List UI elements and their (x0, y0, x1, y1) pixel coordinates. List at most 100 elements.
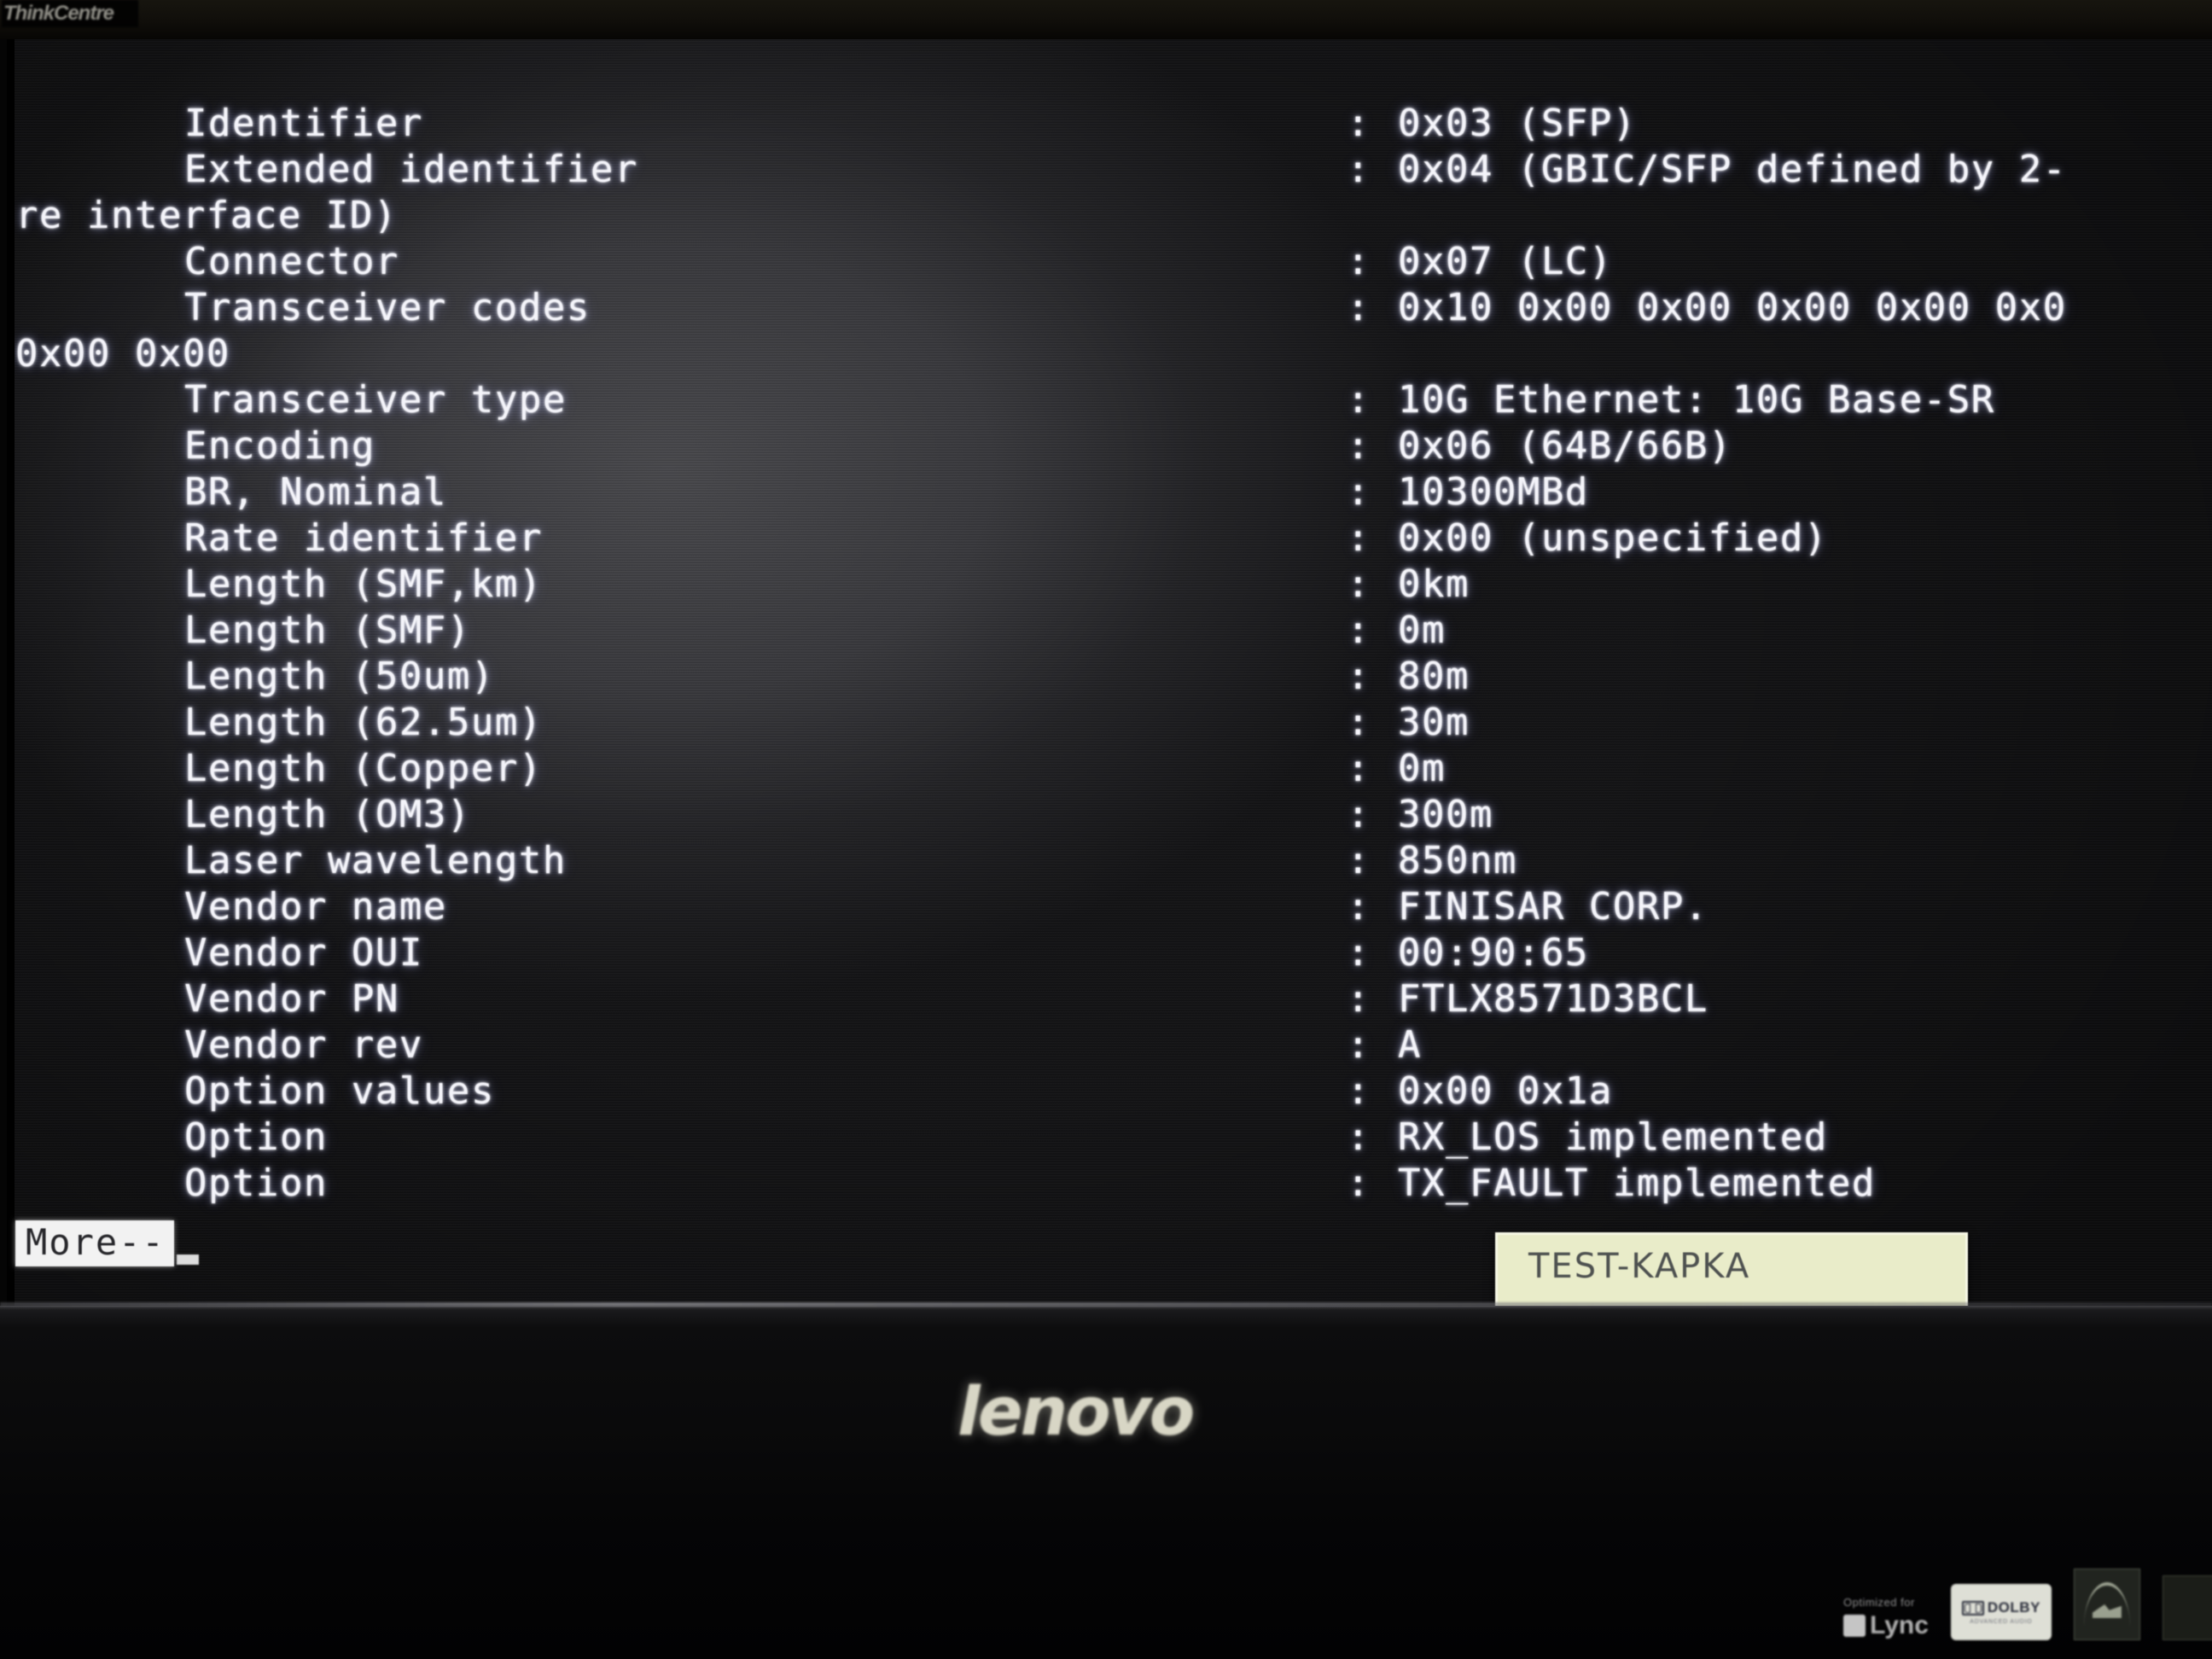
terminal-wrapped-text: re interface ID) (15, 194, 398, 237)
terminal-field-value: 10300MBd (1398, 470, 1589, 514)
terminal-field-separator: : (1347, 516, 1371, 560)
terminal-field-label: Transceiver type (184, 378, 567, 422)
terminal-field-label: Transceiver codes (184, 286, 591, 329)
terminal-field-value: 0m (1398, 608, 1446, 652)
terminal-field-separator: : (1347, 655, 1371, 698)
terminal-field-separator: : (1347, 240, 1371, 283)
optimized-for-lync-badge: Optimized for Lync (1843, 1596, 1929, 1640)
terminal-field-label: BR, Nominal (184, 470, 447, 514)
terminal-row: Length (SMF):0m (7, 608, 2212, 654)
monitor-top-bezel: ThinkCentre (0, 0, 2212, 39)
terminal-field-label: Option values (184, 1069, 495, 1113)
terminal-field-label: Vendor name (184, 885, 447, 928)
terminal-field-separator: : (1347, 1023, 1371, 1067)
thinkcentre-brand-badge: ThinkCentre (2, 0, 138, 27)
terminal-field-value: 80m (1398, 655, 1470, 698)
monitor-photograph: ThinkCentre Identifier:0x03 (SFP) Extende… (0, 0, 2212, 1659)
terminal-field-value: 0x06 (64B/66B) (1398, 424, 1732, 468)
terminal-field-value: 300m (1398, 793, 1493, 836)
terminal-field-separator: : (1347, 378, 1371, 422)
text-cursor (176, 1254, 199, 1265)
terminal-field-separator: : (1347, 424, 1371, 468)
terminal-row: Option: RX_LOS implemented (7, 1115, 2212, 1161)
terminal-row: Length (62.5um):30m (7, 700, 2212, 746)
energy-star-icon (2083, 1582, 2130, 1627)
terminal-row: Extended identifier:0x04 (GBIC/SFP defin… (7, 147, 2212, 193)
terminal-field-separator: : (1347, 148, 1371, 191)
terminal-field-label: Option (184, 1161, 328, 1205)
terminal-row: Transceiver codes:0x10 0x00 0x00 0x00 0x… (7, 285, 2212, 331)
terminal-field-separator: : (1347, 102, 1371, 145)
terminal-field-separator: : (1347, 793, 1371, 836)
terminal-field-separator: : (1347, 701, 1371, 744)
terminal-field-value: 0x10 0x00 0x00 0x00 0x00 0x0 (1398, 286, 2067, 329)
lync-badge-label: Lync (1870, 1611, 1929, 1639)
terminal-field-label: Length (Copper) (184, 747, 543, 790)
partial-certification-badge (2162, 1575, 2212, 1640)
terminal-row: Encoding:0x06 (64B/66B) (7, 423, 2212, 469)
terminal-field-value: FTLX8571D3BCL (1398, 977, 1708, 1021)
osd-input-label-tooltip: TEST-KAPKA (1495, 1232, 1968, 1306)
terminal-field-label: Laser wavelength (184, 839, 567, 882)
terminal-row: Length (Copper):0m (7, 746, 2212, 792)
terminal-row: re interface ID) (7, 193, 2212, 239)
terminal-field-label: Rate identifier (184, 516, 543, 560)
terminal-row: Vendor PN: FTLX8571D3BCL (7, 976, 2212, 1022)
terminal-row: Rate identifier:0x00 (unspecified) (7, 515, 2212, 562)
terminal-field-value: TX_FAULT implemented (1398, 1161, 1876, 1205)
terminal-field-label: Option (184, 1115, 328, 1159)
terminal-row: Vendor OUI:00:90:65 (7, 930, 2212, 976)
terminal-field-value: RX_LOS implemented (1398, 1115, 1828, 1159)
terminal-field-value: 0x04 (GBIC/SFP defined by 2- (1398, 148, 2067, 191)
osd-tooltip-text: TEST-KAPKA (1528, 1247, 1751, 1286)
terminal-field-label: Length (OM3) (184, 793, 471, 836)
terminal-field-value: A (1398, 1023, 1422, 1067)
bezel-highlight-line (0, 1302, 2212, 1307)
terminal-field-value: 0x07 (LC) (1398, 240, 1613, 283)
terminal-field-value: FINISAR CORP. (1398, 885, 1708, 928)
terminal-field-value: 0x03 (SFP) (1398, 102, 1637, 145)
terminal-field-separator: : (1347, 1161, 1371, 1205)
lync-badge-caption: Optimized for (1843, 1596, 1915, 1609)
terminal-row: Option values:0x00 0x1a (7, 1068, 2212, 1115)
terminal-field-value: 10G Ethernet: 10G Base-SR (1398, 378, 1995, 422)
terminal-field-value: 850nm (1398, 839, 1517, 882)
terminal-row: Option: TX_FAULT implemented (7, 1161, 2212, 1207)
lenovo-logo: lenovo (958, 1374, 1195, 1451)
terminal-row: Vendor rev: A (7, 1022, 2212, 1068)
terminal-row: 0x00 0x00 (7, 331, 2212, 377)
terminal-field-label: Length (62.5um) (184, 701, 543, 744)
terminal-field-separator: : (1347, 885, 1371, 928)
terminal-field-value: 0m (1398, 747, 1446, 790)
terminal-field-separator: : (1347, 839, 1371, 882)
bezel-certification-badges: Optimized for Lync DOLBY ADVANCED AUDIO (1843, 1569, 2212, 1640)
terminal-row: Laser wavelength:850nm (7, 838, 2212, 884)
terminal-row: BR, Nominal:10300MBd (7, 469, 2212, 515)
terminal-field-label: Length (SMF) (184, 608, 471, 652)
terminal-row: Length (OM3):300m (7, 792, 2212, 838)
screen-left-edge (7, 39, 15, 1306)
terminal-field-separator: : (1347, 747, 1371, 790)
terminal-field-separator: : (1347, 470, 1371, 514)
terminal-field-label: Extended identifier (184, 148, 638, 191)
dolby-double-d-icon (1961, 1600, 1984, 1615)
dolby-badge-subtitle: ADVANCED AUDIO (1970, 1619, 2033, 1625)
monitor-screen: Identifier:0x03 (SFP) Extended identifier… (7, 39, 2212, 1306)
terminal-field-label: Connector (184, 240, 399, 283)
pager-more-prompt[interactable]: More-- (15, 1220, 199, 1266)
terminal-field-label: Vendor rev (184, 1023, 423, 1067)
terminal-field-separator: : (1347, 1115, 1371, 1159)
terminal-row: Vendor name: FINISAR CORP. (7, 884, 2212, 930)
dolby-badge-row: DOLBY (1961, 1599, 2040, 1616)
terminal-field-separator: : (1347, 1069, 1371, 1113)
terminal-row: Connector:0x07 (LC) (7, 239, 2212, 285)
lync-icon (1843, 1615, 1866, 1637)
terminal-field-value: 30m (1398, 701, 1470, 744)
terminal-row: Transceiver type:10G Ethernet: 10G Base-… (7, 377, 2212, 423)
terminal-field-separator: : (1347, 562, 1371, 606)
dolby-badge-label: DOLBY (1987, 1599, 2040, 1615)
terminal-field-label: Length (SMF,km) (184, 562, 543, 606)
terminal-field-value: 00:90:65 (1398, 931, 1589, 975)
terminal-field-label: Vendor OUI (184, 931, 423, 975)
dolby-badge: DOLBY ADVANCED AUDIO (1950, 1584, 2052, 1640)
